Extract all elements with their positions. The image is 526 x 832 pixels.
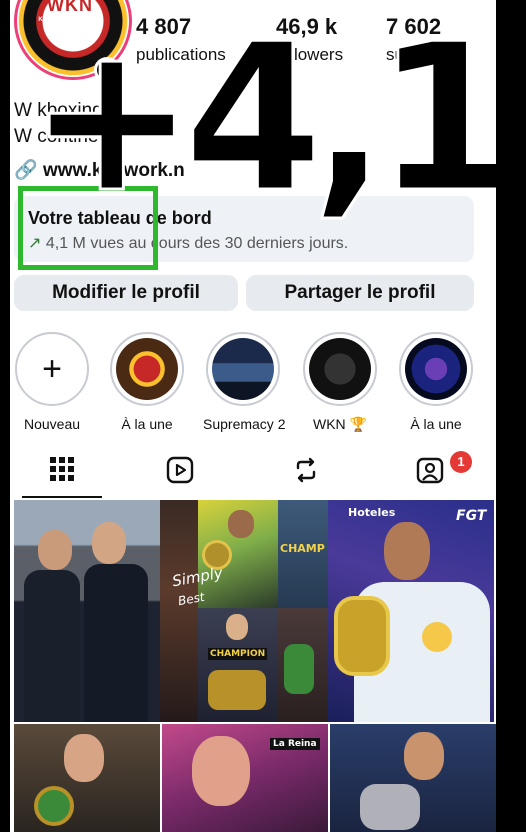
- highlight-cover: [212, 338, 274, 400]
- person-figure: [92, 522, 126, 564]
- highlight-a-la-une-1[interactable]: À la une: [107, 332, 187, 432]
- person-figure: [226, 614, 248, 640]
- highlight-label: WKN 🏆: [313, 416, 367, 432]
- belt-icon: [34, 786, 74, 826]
- tab-grid[interactable]: [42, 455, 82, 491]
- share-profile-button[interactable]: Partager le profil: [246, 275, 474, 311]
- belt-icon: [360, 784, 420, 830]
- tile-caption: Hoteles: [348, 506, 396, 519]
- tile-caption: CHAMPION: [208, 648, 268, 660]
- person-body: [24, 570, 80, 722]
- post-thumbnail[interactable]: [198, 500, 278, 608]
- post-thumbnail[interactable]: [330, 724, 496, 832]
- plus-icon: +: [42, 350, 62, 388]
- highlight-supremacy-2[interactable]: Supremacy 2: [203, 332, 286, 432]
- highlight-ring: [399, 332, 473, 406]
- tab-tagged[interactable]: [410, 455, 450, 491]
- person-figure: [64, 734, 104, 782]
- post-thumbnail[interactable]: Hoteles FGT: [328, 500, 494, 722]
- tab-reposts[interactable]: [286, 455, 326, 491]
- tagged-user-icon: [416, 457, 444, 484]
- post-thumbnail[interactable]: [278, 608, 328, 722]
- post-thumbnail[interactable]: La Reina: [162, 724, 328, 832]
- highlight-cover: [116, 338, 178, 400]
- post-thumbnail[interactable]: [160, 500, 198, 722]
- right-border: [496, 0, 526, 832]
- highlight-new[interactable]: + Nouveau: [12, 332, 92, 432]
- post-thumbnail[interactable]: CHAMPION: [198, 608, 278, 722]
- active-tab-indicator: [22, 496, 102, 498]
- sun-emblem-icon: [422, 622, 452, 652]
- highlight-ring: [303, 332, 377, 406]
- person-figure: [404, 732, 444, 780]
- belt-icon: [208, 670, 266, 710]
- highlight-label: Supremacy 2: [203, 416, 286, 432]
- notification-badge: 1: [450, 451, 472, 473]
- highlight-label: Nouveau: [23, 416, 81, 432]
- post-thumbnail[interactable]: [14, 500, 160, 722]
- highlight-label: À la une: [410, 416, 462, 432]
- tile-caption: CHAMP: [280, 542, 325, 555]
- person-body: [84, 564, 148, 722]
- tab-reels[interactable]: [160, 455, 200, 491]
- instagram-profile-screen: WKN KICK THAI FULL MMA + 4 807 publicati…: [10, 0, 496, 832]
- repost-icon: [296, 457, 316, 483]
- edit-profile-button[interactable]: Modifier le profil: [14, 275, 238, 311]
- person-figure: [228, 510, 254, 538]
- highlight-label: À la une: [121, 416, 173, 432]
- post-thumbnail[interactable]: [14, 724, 160, 832]
- highlight-ring: [110, 332, 184, 406]
- grid-icon: [50, 457, 74, 481]
- tile-caption: La Reina: [270, 738, 320, 750]
- highlight-cover: [309, 338, 371, 400]
- person-figure: [384, 522, 430, 580]
- new-highlight-ring: +: [15, 332, 89, 406]
- overlay-headline: +4,1M: [27, 1, 496, 238]
- reels-icon: [166, 456, 194, 484]
- highlight-cover: [405, 338, 467, 400]
- person-figure: [192, 736, 250, 806]
- post-thumbnail[interactable]: CHAMP: [278, 500, 328, 608]
- person-figure: [38, 530, 72, 570]
- tile-caption: FGT: [456, 508, 487, 524]
- belt-icon: [284, 644, 314, 694]
- highlight-a-la-une-2[interactable]: À la une: [396, 332, 476, 432]
- highlight-ring: [206, 332, 280, 406]
- belt-icon: [334, 596, 390, 676]
- highlight-wkn[interactable]: WKN 🏆: [300, 332, 380, 433]
